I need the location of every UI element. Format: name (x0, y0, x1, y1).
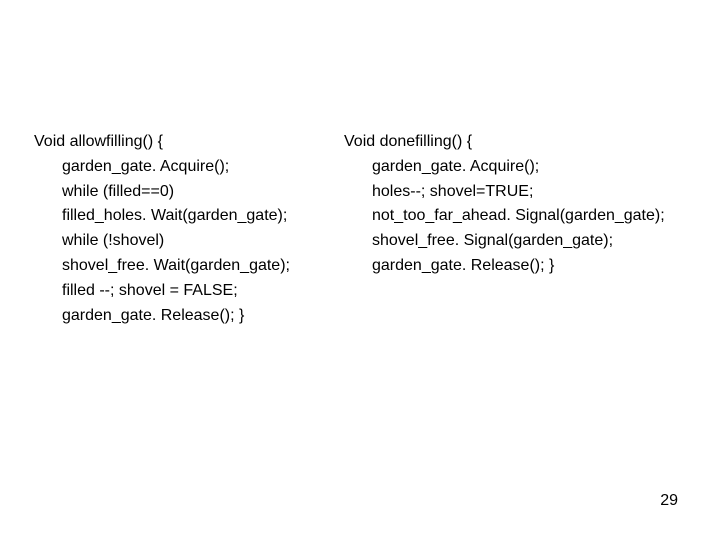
left-line-5: shovel_free. Wait(garden_gate); (34, 254, 344, 279)
right-header: Void donefilling() { (344, 130, 684, 155)
left-line-7: garden_gate. Release(); } (34, 304, 344, 329)
left-line-3: filled_holes. Wait(garden_gate); (34, 204, 344, 229)
page-number: 29 (660, 492, 678, 510)
left-line-6: filled --; shovel = FALSE; (34, 279, 344, 304)
right-line-4: shovel_free. Signal(garden_gate); (344, 229, 684, 254)
left-header: Void allowfilling() { (34, 130, 344, 155)
left-line-1: garden_gate. Acquire(); (34, 155, 344, 180)
right-line-5: garden_gate. Release(); } (344, 254, 684, 279)
left-line-2: while (filled==0) (34, 180, 344, 205)
right-line-3: not_too_far_ahead. Signal(garden_gate); (344, 204, 684, 229)
right-line-1: garden_gate. Acquire(); (344, 155, 684, 180)
left-column: Void allowfilling() { garden_gate. Acqui… (34, 130, 344, 328)
right-line-2: holes--; shovel=TRUE; (344, 180, 684, 205)
right-column: Void donefilling() { garden_gate. Acquir… (344, 130, 684, 328)
code-columns: Void allowfilling() { garden_gate. Acqui… (34, 130, 684, 328)
left-line-4: while (!shovel) (34, 229, 344, 254)
